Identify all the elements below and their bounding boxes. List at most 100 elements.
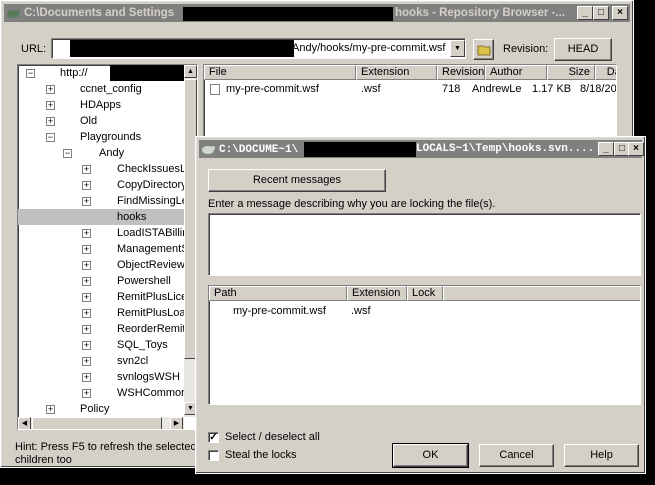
select-all-label[interactable]: Select / deselect all [225, 431, 320, 443]
help-button[interactable]: Help [564, 444, 639, 467]
tree-item[interactable]: + CopyDirectory [18, 177, 187, 193]
lock-dialog: C:\DOCUME~1\ LOCALS~1\Temp\hooks.svn....… [195, 136, 646, 474]
tree-item[interactable]: hooks [18, 209, 186, 225]
file-icon [210, 84, 220, 95]
tree-scroll-right-button[interactable]: ▶ [170, 417, 183, 429]
tree-expander[interactable]: + [82, 341, 91, 350]
steal-locks-checkbox[interactable] [208, 450, 219, 461]
tree-item[interactable]: + RemitPlusLicer [18, 289, 191, 305]
dialog-minimize-button[interactable]: _ [598, 142, 614, 156]
column-extension[interactable]: Extension [347, 286, 407, 301]
file-column-header[interactable]: Extension [356, 65, 437, 80]
file-list-header: FileExtensionRevisionAuthorSizeDate [204, 65, 616, 80]
tree-expander[interactable]: + [82, 261, 91, 270]
file-column-header[interactable]: File [204, 65, 356, 80]
tree-item-label: Old [80, 115, 98, 127]
tree-item-label: ReorderRemit [117, 323, 186, 335]
url-dropdown-button[interactable]: ▼ [450, 40, 465, 57]
tree-expander[interactable]: − [63, 149, 72, 158]
redacted-dialog-path [304, 142, 416, 157]
tree-item[interactable]: + RemitPlusLoad [18, 305, 192, 321]
file-column-header[interactable]: Revision [437, 65, 485, 80]
file-column-header[interactable]: Date [595, 65, 616, 80]
tree-expander[interactable]: + [82, 293, 91, 302]
column-filler [443, 286, 640, 301]
tree-expander[interactable]: + [82, 229, 91, 238]
tree-item[interactable]: + ReorderRemit [18, 321, 186, 337]
minimize-button[interactable]: _ [577, 6, 593, 20]
tree-root-label: http:// [60, 67, 88, 79]
tree-expander[interactable]: + [82, 373, 91, 382]
head-button[interactable]: HEAD [554, 38, 612, 61]
file-column-header[interactable]: Size [547, 65, 595, 80]
tree-item[interactable]: + WSHCommon [18, 385, 187, 401]
dialog-close-button[interactable]: × [628, 142, 644, 156]
tree-expander[interactable]: + [82, 181, 91, 190]
steal-locks-label[interactable]: Steal the locks [225, 449, 297, 461]
tree-item[interactable]: + LoadISTABillin [18, 225, 189, 241]
ok-button[interactable]: OK [392, 443, 469, 468]
file-column-header[interactable]: Author [485, 65, 547, 80]
tree-expander[interactable]: + [46, 101, 55, 110]
tree-expander[interactable]: + [46, 85, 55, 94]
tree-item[interactable]: + ManagementS [18, 241, 189, 257]
tree-hscroll-thumb[interactable] [32, 417, 162, 429]
tree-expander[interactable]: − [26, 69, 35, 78]
column-path[interactable]: Path [209, 286, 347, 301]
tree-horizontal-scrollbar[interactable]: ◀ ▶ [18, 417, 184, 429]
tree-item[interactable]: + Powershell [18, 273, 186, 289]
url-combobox[interactable]: Andy/hooks/my-pre-commit.wsf ▼ [51, 38, 466, 59]
tree-expander[interactable]: − [46, 133, 55, 142]
tree-item[interactable]: + svnlogsWSH [18, 369, 186, 385]
lock-file-list[interactable]: Path Extension Lock my-pre-commit.wsf .w… [208, 285, 641, 405]
tree-item[interactable]: + FindMissingLe [18, 193, 188, 209]
select-all-checkbox[interactable]: ✓ [208, 432, 219, 443]
tree-expander[interactable]: + [82, 309, 91, 318]
close-button[interactable]: × [612, 6, 628, 20]
tree-expander[interactable]: + [82, 165, 91, 174]
tree-scroll-left-button[interactable]: ◀ [18, 417, 31, 429]
tree-item-label: FindMissingLe [117, 195, 188, 207]
tree-item-label: RemitPlusLoad [117, 307, 192, 319]
redacted-server [110, 65, 184, 81]
tree-expander[interactable]: + [82, 357, 91, 366]
column-lock[interactable]: Lock [407, 286, 443, 301]
tree-item[interactable]: + Policy [18, 401, 186, 417]
repo-title-suffix: hooks - Repository Browser -... [395, 7, 565, 19]
tree-expander[interactable]: + [82, 389, 91, 398]
tree-expander[interactable]: + [82, 277, 91, 286]
file-row[interactable]: my-pre-commit.wsf .wsf 718 AndrewLe 1.17… [204, 81, 616, 97]
file-list[interactable]: FileExtensionRevisionAuthorSizeDate my-p… [203, 64, 617, 144]
tree-item[interactable]: + Old [18, 113, 186, 129]
file-revision: 718 [442, 83, 461, 95]
tortoise-icon [7, 10, 20, 18]
maximize-button[interactable]: □ [593, 6, 609, 20]
tree-item[interactable]: + ccnet_config [18, 81, 186, 97]
tree-item-label: LoadISTABillin [117, 227, 189, 239]
tree-expander[interactable]: + [46, 117, 55, 126]
tree-item-label: Powershell [117, 275, 171, 287]
recent-messages-button[interactable]: Recent messages [208, 169, 386, 192]
tree-item[interactable]: + ObjectReview [18, 257, 186, 273]
lock-title-prefix: C:\DOCUME~1\ [219, 144, 299, 156]
tree-item-label: CheckIssuesLe [117, 163, 193, 175]
repository-tree[interactable]: − http://+ ccnet_config + HDApps + Old − Playgro… [17, 64, 198, 430]
tree-scroll-up-button[interactable]: ▲ [184, 65, 197, 78]
lock-message-prompt: Enter a message describing why you are l… [208, 198, 496, 210]
tree-item[interactable]: + SQL_Toys [18, 337, 186, 353]
tree-item[interactable]: + HDApps [18, 97, 186, 113]
tree-item[interactable]: + CheckIssuesLe [18, 161, 192, 177]
browse-folder-button[interactable] [473, 39, 494, 60]
tree-item[interactable]: + svn2cl [18, 353, 186, 369]
tree-expander[interactable]: + [46, 405, 55, 414]
tree-item[interactable]: − Playgrounds [18, 129, 186, 145]
tree-item[interactable]: − Andy [18, 145, 186, 161]
tree-expander[interactable]: + [82, 325, 91, 334]
lock-message-textarea[interactable] [208, 213, 641, 276]
file-size: 1.17 KB [532, 83, 572, 95]
cancel-button[interactable]: Cancel [479, 444, 554, 467]
lock-file-row[interactable]: my-pre-commit.wsf .wsf [209, 303, 639, 319]
tree-item-label: HDApps [80, 99, 121, 111]
tree-expander[interactable]: + [82, 197, 91, 206]
tree-expander[interactable]: + [82, 245, 91, 254]
